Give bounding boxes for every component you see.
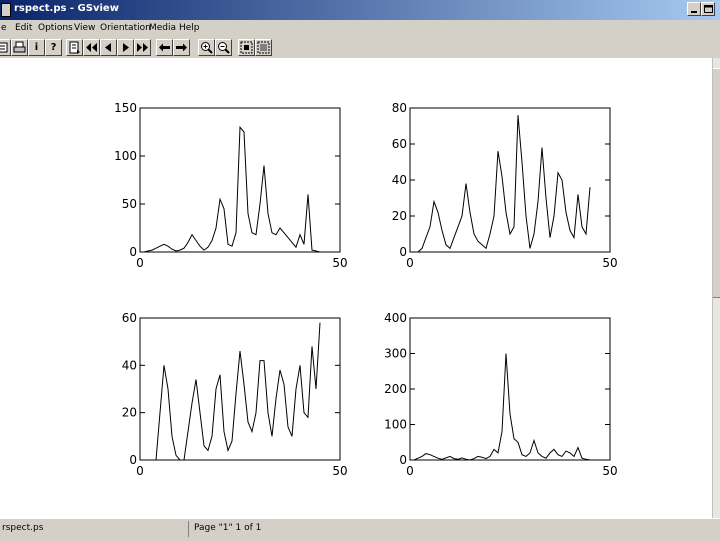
y-tick-label: 80 <box>392 101 407 115</box>
goto-page-button[interactable] <box>66 39 83 56</box>
zoom-out-button[interactable] <box>215 39 232 56</box>
prev-page-button[interactable] <box>100 39 117 56</box>
status-page: Page "1" 1 of 1 <box>194 523 262 533</box>
series-line <box>143 125 321 253</box>
goto-page-icon <box>69 41 80 54</box>
window-title: rspect.ps - GSview <box>14 3 119 14</box>
last-page-icon <box>137 43 148 52</box>
y-tick-label: 20 <box>392 209 407 223</box>
x-tick-label: 50 <box>602 256 617 270</box>
x-tick-label: 50 <box>332 256 347 270</box>
status-file: rspect.ps <box>2 523 44 533</box>
menu-file[interactable]: e <box>1 23 7 33</box>
menu-edit[interactable]: Edit <box>15 23 32 33</box>
document-view[interactable]: 0 50 100 150 0 50 0 20 40 60 80 0 50 0 20 40 60 0 50 0 100 20… <box>0 58 712 518</box>
scrollbar-thumb[interactable] <box>713 68 720 298</box>
plot-page: 0501001500 500204060800 5002040600 50010020… <box>114 101 618 478</box>
print-button[interactable] <box>11 39 28 56</box>
x-tick-label: 50 <box>332 464 347 478</box>
status-divider <box>188 521 189 537</box>
zoom-in-button[interactable] <box>198 39 215 56</box>
maximize-button[interactable] <box>701 2 715 16</box>
next-page-icon <box>123 43 129 52</box>
x-tick-label: 0 <box>406 256 414 270</box>
y-tick-label: 50 <box>122 197 137 211</box>
y-tick-label: 60 <box>392 137 407 151</box>
y-tick-label: 100 <box>384 418 407 432</box>
first-page-button[interactable] <box>83 39 100 56</box>
series-line <box>144 322 321 461</box>
zoom-in-icon <box>201 42 213 54</box>
x-tick-label: 0 <box>406 464 414 478</box>
epsf-button[interactable] <box>238 39 255 56</box>
minimize-icon <box>691 11 697 13</box>
vertical-scrollbar[interactable] <box>712 58 720 518</box>
help-icon: ? <box>50 42 57 53</box>
menu-bar: e Edit Options View Orientation Media He… <box>0 20 720 37</box>
menu-orientation[interactable]: Orientation <box>100 23 151 33</box>
fullscreen-icon <box>257 41 270 54</box>
last-page-button[interactable] <box>134 39 151 56</box>
back-icon <box>159 43 170 52</box>
plot-1: 0501001500 50 <box>114 101 348 270</box>
x-tick-label: 50 <box>602 464 617 478</box>
info-icon: i <box>34 42 39 53</box>
title-bar: rspect.ps - GSview <box>0 0 720 20</box>
x-tick-label: 0 <box>136 464 144 478</box>
y-tick-label: 60 <box>122 311 137 325</box>
plot-4: 01002003004000 50 <box>384 311 618 478</box>
toolbar: i ? <box>0 37 720 59</box>
epsf-icon <box>240 41 253 54</box>
help-button[interactable]: ? <box>45 39 62 56</box>
y-tick-label: 100 <box>114 149 137 163</box>
menu-help[interactable]: Help <box>179 23 200 33</box>
first-page-icon <box>86 43 97 52</box>
next-page-button[interactable] <box>117 39 134 56</box>
forward-icon <box>176 43 187 52</box>
print-icon <box>13 41 26 53</box>
y-tick-label: 200 <box>384 382 407 396</box>
plot-3: 02040600 50 <box>122 311 348 478</box>
plot-frame <box>409 107 611 253</box>
info-button[interactable]: i <box>28 39 45 56</box>
back-button[interactable] <box>156 39 173 56</box>
open-button[interactable] <box>0 39 11 56</box>
plot-frame <box>409 317 611 461</box>
y-tick-label: 150 <box>114 101 137 115</box>
forward-button[interactable] <box>173 39 190 56</box>
menu-view[interactable]: View <box>74 23 95 33</box>
open-icon <box>0 42 8 53</box>
zoom-out-icon <box>218 42 230 54</box>
fullscreen-button[interactable] <box>255 39 272 56</box>
x-tick-label: 0 <box>136 256 144 270</box>
minimize-button[interactable] <box>687 2 701 16</box>
y-tick-label: 300 <box>384 347 407 361</box>
y-tick-label: 40 <box>122 358 137 372</box>
menu-media[interactable]: Media <box>149 23 176 33</box>
prev-page-icon <box>105 43 111 52</box>
y-tick-label: 400 <box>384 311 407 325</box>
series-line <box>413 353 591 461</box>
plot-2: 0204060800 50 <box>392 101 618 270</box>
maximize-icon <box>704 5 713 13</box>
y-tick-label: 40 <box>392 173 407 187</box>
menu-options[interactable]: Options <box>38 23 73 33</box>
y-tick-label: 20 <box>122 406 137 420</box>
status-bar: rspect.ps Page "1" 1 of 1 <box>0 518 720 541</box>
series-line <box>414 115 591 253</box>
app-icon[interactable] <box>1 3 11 17</box>
